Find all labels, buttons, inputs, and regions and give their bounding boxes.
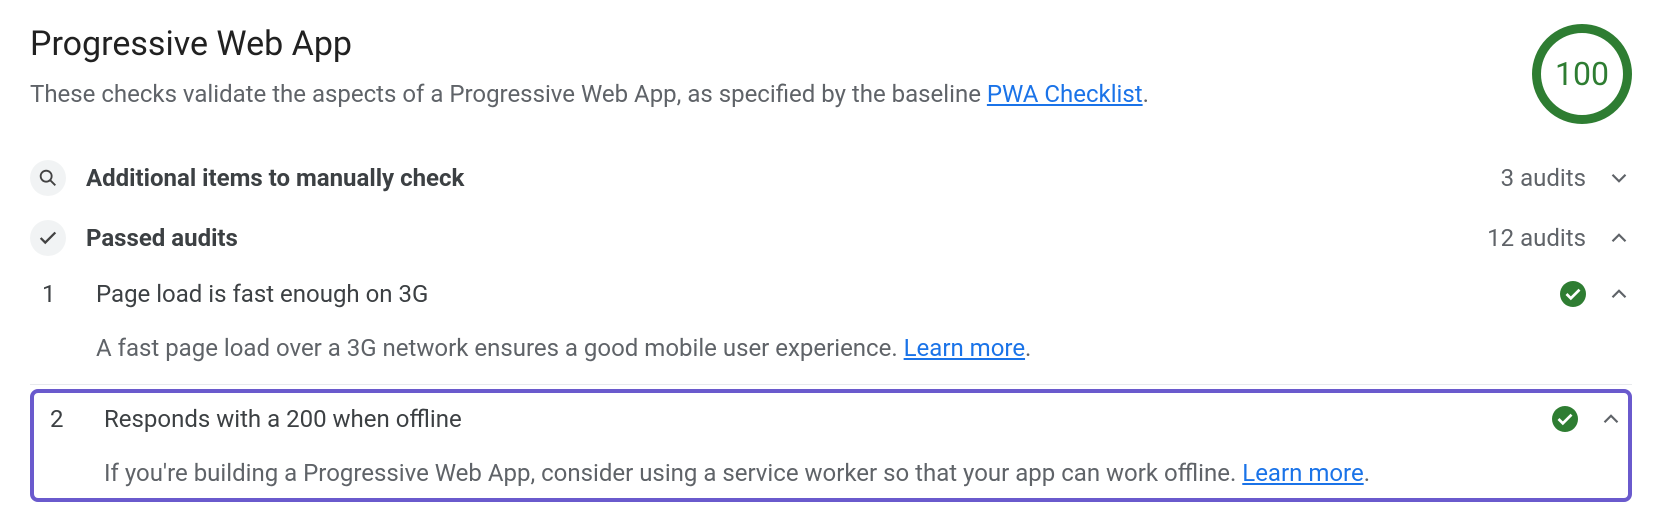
search-icon xyxy=(30,160,66,196)
audit-title: Responds with a 200 when offline xyxy=(94,405,1552,433)
audit-number: 2 xyxy=(38,405,94,433)
section-description: These checks validate the aspects of a P… xyxy=(30,76,1492,112)
chevron-up-icon xyxy=(1606,225,1632,251)
section-description-text: These checks validate the aspects of a P… xyxy=(30,80,987,108)
audit-row[interactable]: 2 Responds with a 200 when offline xyxy=(38,397,1624,433)
group-passed-label: Passed audits xyxy=(86,224,1487,252)
audit-title: Page load is fast enough on 3G xyxy=(86,280,1560,308)
audit-row[interactable]: 1 Page load is fast enough on 3G xyxy=(30,268,1632,308)
audit-item-1: 1 Page load is fast enough on 3G A fast … xyxy=(30,268,1632,384)
group-passed-audits[interactable]: Passed audits 12 audits xyxy=(30,208,1632,268)
chevron-down-icon xyxy=(1606,165,1632,191)
learn-more-link[interactable]: Learn more xyxy=(904,334,1025,362)
group-manual-checks[interactable]: Additional items to manually check 3 aud… xyxy=(30,148,1632,208)
score-value: 100 xyxy=(1555,55,1609,93)
status-pass-icon xyxy=(1552,406,1578,432)
audit-description-suffix: . xyxy=(1364,459,1370,487)
audit-number: 1 xyxy=(30,280,86,308)
section-header: Progressive Web App These checks validat… xyxy=(30,24,1632,124)
audit-description-text: A fast page load over a 3G network ensur… xyxy=(96,334,904,362)
group-passed-count: 12 audits xyxy=(1487,224,1586,252)
group-manual-label: Additional items to manually check xyxy=(86,164,1501,192)
learn-more-link[interactable]: Learn more xyxy=(1242,459,1363,487)
section-title: Progressive Web App xyxy=(30,24,1492,64)
chevron-up-icon xyxy=(1606,281,1632,307)
status-pass-icon xyxy=(1560,281,1586,307)
audit-description: If you're building a Progressive Web App… xyxy=(38,433,1624,495)
audit-description-suffix: . xyxy=(1025,334,1031,362)
pwa-checklist-link[interactable]: PWA Checklist xyxy=(987,80,1143,108)
audit-item-2-highlighted: 2 Responds with a 200 when offline If yo… xyxy=(30,389,1632,503)
audit-description-text: If you're building a Progressive Web App… xyxy=(104,459,1242,487)
group-manual-count: 3 audits xyxy=(1501,164,1586,192)
check-icon xyxy=(30,220,66,256)
divider xyxy=(30,384,1632,385)
audit-description: A fast page load over a 3G network ensur… xyxy=(30,308,1632,384)
section-description-suffix: . xyxy=(1143,80,1149,108)
chevron-up-icon xyxy=(1598,406,1624,432)
score-gauge: 100 xyxy=(1532,24,1632,124)
section-header-text: Progressive Web App These checks validat… xyxy=(30,24,1492,112)
